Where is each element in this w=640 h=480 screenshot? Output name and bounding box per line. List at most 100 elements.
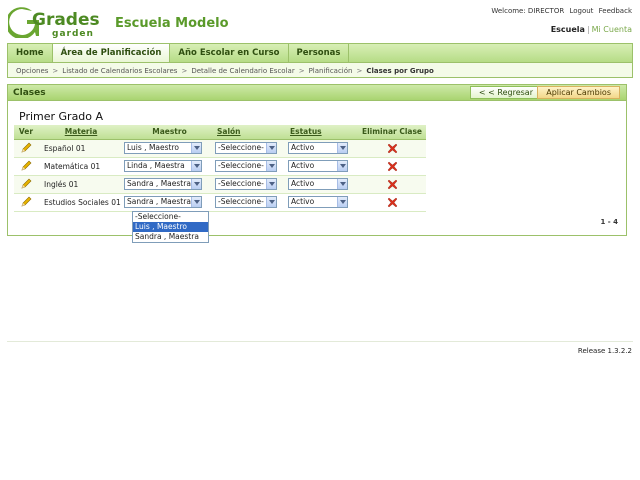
- school-link[interactable]: Escuela: [551, 25, 585, 34]
- teacher-select[interactable]: Sandra , Maestra: [124, 196, 202, 208]
- breadcrumb-separator: >: [181, 67, 188, 75]
- breadcrumb-separator: >: [298, 67, 305, 75]
- status-select-value: Activo: [291, 143, 315, 152]
- status-select[interactable]: Activo: [288, 142, 348, 154]
- breadcrumb-planning[interactable]: Planificación: [309, 67, 353, 75]
- classroom-select-value: -Seleccione-: [218, 197, 264, 206]
- table-header-row: Ver Materia Maestro Salón Estatus Elimin…: [14, 125, 426, 140]
- chevron-down-icon: [337, 161, 347, 171]
- breadcrumb-options[interactable]: Opciones: [16, 67, 48, 75]
- status-select-value: Activo: [291, 179, 315, 188]
- teacher-select[interactable]: Linda , Maestra: [124, 160, 202, 172]
- chevron-down-icon: [266, 161, 276, 171]
- teacher-select-value: Luis , Maestro: [127, 143, 179, 152]
- pagination-info: 1 - 4: [600, 218, 618, 226]
- table-row: Matemática 01 Linda , Maestra -Seleccion…: [14, 157, 426, 176]
- header-view: Ver: [14, 125, 38, 140]
- feedback-link[interactable]: Feedback: [599, 7, 632, 15]
- pencil-edit-icon[interactable]: [20, 178, 32, 190]
- welcome-text: Welcome: DIRECTOR: [491, 7, 565, 15]
- delete-x-icon[interactable]: [387, 179, 398, 190]
- status-select[interactable]: Activo: [288, 160, 348, 172]
- logo-text-main: Grades: [32, 10, 100, 30]
- top-links: Welcome: DIRECTOR Logout Feedback: [488, 7, 632, 15]
- apply-changes-button[interactable]: Aplicar Cambios: [537, 86, 620, 99]
- classroom-select[interactable]: -Seleccione-: [215, 142, 277, 154]
- status-select[interactable]: Activo: [288, 178, 348, 190]
- chevron-down-icon: [191, 197, 201, 207]
- classroom-select-value: -Seleccione-: [218, 161, 264, 170]
- breadcrumb-calendar-list[interactable]: Listado de Calendarios Escolares: [62, 67, 177, 75]
- breadcrumb-calendar-detail[interactable]: Detalle de Calendario Escolar: [191, 67, 294, 75]
- school-links: Escuela | Mi Cuenta: [551, 25, 632, 34]
- tab-bar: Home Área de Planificación Año Escolar e…: [8, 44, 632, 63]
- status-select-value: Activo: [291, 197, 315, 206]
- table-row: Inglés 01 Sandra , Maestra -Seleccione- …: [14, 175, 426, 194]
- dropdown-option[interactable]: Sandra , Maestra: [133, 232, 208, 242]
- classroom-select-value: -Seleccione-: [218, 179, 264, 188]
- dropdown-option-highlighted[interactable]: Luis , Maestro: [133, 222, 208, 232]
- subject-cell: Inglés 01: [38, 175, 124, 194]
- grades-garden-logo[interactable]: Grades garden: [5, 6, 104, 40]
- chevron-down-icon: [266, 143, 276, 153]
- breadcrumb-separator: >: [356, 67, 363, 75]
- header-subject[interactable]: Materia: [38, 125, 124, 140]
- tab-current-school-year[interactable]: Año Escolar en Curso: [170, 44, 289, 62]
- chevron-down-icon: [337, 143, 347, 153]
- header-status[interactable]: Estatus: [288, 125, 358, 140]
- pencil-edit-icon[interactable]: [20, 142, 32, 154]
- table-row: Estudios Sociales 01 Sandra , Maestra -S…: [14, 193, 426, 212]
- back-button[interactable]: < < Regresar: [469, 86, 542, 99]
- classroom-select-value: -Seleccione-: [218, 143, 264, 152]
- dropdown-option[interactable]: -Seleccione-: [133, 212, 208, 222]
- breadcrumb-separator: >: [52, 67, 59, 75]
- delete-x-icon[interactable]: [387, 197, 398, 208]
- panel-header: Clases < < Regresar Aplicar Cambios: [8, 85, 626, 101]
- header-classroom[interactable]: Salón: [215, 125, 288, 140]
- teacher-select[interactable]: Sandra , Maestra: [124, 178, 202, 190]
- footer-divider: [7, 341, 633, 342]
- classroom-select[interactable]: -Seleccione-: [215, 178, 277, 190]
- teacher-select-value: Sandra , Maestra: [127, 179, 191, 188]
- table-row: Español 01 Luis , Maestro -Seleccione- A…: [14, 139, 426, 158]
- my-account-link[interactable]: Mi Cuenta: [592, 25, 632, 34]
- classes-panel: Clases < < Regresar Aplicar Cambios Prim…: [7, 84, 627, 236]
- subject-cell: Matemática 01: [38, 157, 124, 176]
- status-select[interactable]: Activo: [288, 196, 348, 208]
- status-select-value: Activo: [291, 161, 315, 170]
- subject-cell: Español 01: [38, 139, 124, 158]
- teacher-select-value: Linda , Maestra: [127, 161, 185, 170]
- release-version: Release 1.3.2.2: [577, 347, 632, 355]
- chevron-down-icon: [266, 197, 276, 207]
- tab-home[interactable]: Home: [8, 44, 53, 62]
- chevron-down-icon: [337, 197, 347, 207]
- delete-x-icon[interactable]: [387, 143, 398, 154]
- tab-people[interactable]: Personas: [289, 44, 350, 62]
- chevron-down-icon: [191, 179, 201, 189]
- classroom-select[interactable]: -Seleccione-: [215, 160, 277, 172]
- chevron-down-icon: [337, 179, 347, 189]
- logout-link[interactable]: Logout: [569, 7, 593, 15]
- pencil-edit-icon[interactable]: [20, 196, 32, 208]
- group-title: Primer Grado A: [19, 110, 104, 123]
- teacher-select[interactable]: Luis , Maestro: [124, 142, 202, 154]
- breadcrumb: Opciones > Listado de Calendarios Escolare…: [16, 67, 434, 75]
- chevron-down-icon: [191, 161, 201, 171]
- chevron-down-icon: [266, 179, 276, 189]
- header-delete-class: Eliminar Clase: [358, 125, 426, 140]
- school-name: Escuela Modelo: [115, 16, 229, 31]
- main-navigation: Home Área de Planificación Año Escolar e…: [7, 43, 633, 78]
- teacher-dropdown-list: -Seleccione- Luis , Maestro Sandra , Mae…: [132, 211, 209, 243]
- chevron-down-icon: [191, 143, 201, 153]
- classroom-select[interactable]: -Seleccione-: [215, 196, 277, 208]
- classes-table: Ver Materia Maestro Salón Estatus Elimin…: [14, 125, 426, 212]
- teacher-select-value: Sandra , Maestra: [127, 197, 191, 206]
- breadcrumb-classes-by-group: Clases por Grupo: [366, 67, 434, 75]
- delete-x-icon[interactable]: [387, 161, 398, 172]
- link-separator: |: [586, 25, 590, 34]
- pencil-edit-icon[interactable]: [20, 160, 32, 172]
- panel-title: Clases: [13, 88, 46, 98]
- header-teacher: Maestro: [124, 125, 215, 140]
- logo-text-sub: garden: [52, 29, 94, 38]
- tab-planning-area[interactable]: Área de Planificación: [52, 44, 171, 62]
